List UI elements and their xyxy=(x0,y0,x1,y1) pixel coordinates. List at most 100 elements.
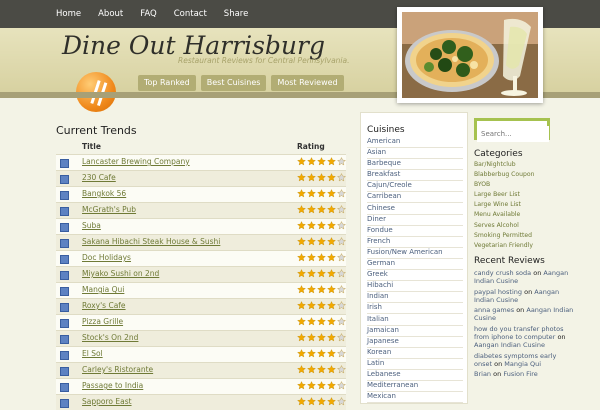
cuisine-link[interactable]: Chinese xyxy=(367,204,463,215)
category-link[interactable]: BYOB xyxy=(474,180,574,190)
category-link[interactable]: Serves Alcohol xyxy=(474,221,574,231)
restaurant-link[interactable]: Suba xyxy=(82,221,101,230)
cuisine-link[interactable]: Indian xyxy=(367,292,463,304)
tab-most-reviewed[interactable]: Most Reviewed xyxy=(271,75,344,91)
table-row[interactable]: Carley's Ristorante xyxy=(56,362,346,378)
category-link[interactable]: Large Beer List xyxy=(474,190,574,200)
nav-share[interactable]: Share xyxy=(224,9,249,19)
cuisine-link[interactable]: Greek xyxy=(367,270,463,282)
restaurant-link[interactable]: McGrath's Pub xyxy=(82,205,136,214)
restaurant-link[interactable]: 230 Cafe xyxy=(82,173,116,182)
search-input[interactable] xyxy=(477,126,549,142)
star-filled-icon xyxy=(297,301,306,310)
restaurant-link[interactable]: Sapporo East xyxy=(82,397,132,406)
star-filled-icon xyxy=(297,333,306,342)
tab-top-ranked[interactable]: Top Ranked xyxy=(138,75,196,91)
star-filled-icon xyxy=(317,397,326,406)
table-row[interactable]: Mangia Qui xyxy=(56,282,346,298)
recent-review[interactable]: how do you transfer photos from iphone t… xyxy=(474,325,574,350)
cuisine-link[interactable]: Lebanese xyxy=(367,370,463,381)
cuisine-link[interactable]: German xyxy=(367,259,463,271)
cuisine-link[interactable]: Middle Eastern xyxy=(367,403,463,404)
restaurant-link[interactable]: Pizza Grille xyxy=(82,317,123,326)
cuisine-link[interactable]: Breakfast xyxy=(367,170,463,182)
rating-stars xyxy=(297,365,346,374)
restaurant-link[interactable]: El Sol xyxy=(82,349,103,358)
review-text[interactable]: candy crush soda xyxy=(474,269,531,277)
cuisine-link[interactable]: Hibachi xyxy=(367,281,463,293)
restaurant-link[interactable]: Roxy's Cafe xyxy=(82,301,126,310)
current-trends-title: Current Trends xyxy=(56,124,137,137)
cuisine-link[interactable]: Korean xyxy=(367,348,463,359)
nav-contact[interactable]: Contact xyxy=(174,9,207,19)
restaurant-link[interactable]: Bangkok 56 xyxy=(82,189,126,198)
table-row[interactable]: Suba xyxy=(56,218,346,234)
star-filled-icon xyxy=(297,173,306,182)
cuisine-link[interactable]: Fusion/New American xyxy=(367,248,463,259)
tab-best-cuisines[interactable]: Best Cuisines xyxy=(200,75,267,91)
cuisine-link[interactable]: Jamaican xyxy=(367,326,463,337)
category-link[interactable]: Blabberbug Coupon xyxy=(474,170,574,180)
review-text[interactable]: how do you transfer photos from iphone t… xyxy=(474,325,564,341)
recent-review[interactable]: Brian on Fusion Fire xyxy=(474,370,574,378)
review-target[interactable]: Fusion Fire xyxy=(503,370,537,378)
table-row[interactable]: Pizza Grille xyxy=(56,314,346,330)
table-row[interactable]: Lancaster Brewing Company xyxy=(56,154,346,170)
table-row[interactable]: Bangkok 56 xyxy=(56,186,346,202)
restaurant-link[interactable]: Miyako Sushi on 2nd xyxy=(82,269,159,278)
review-target[interactable]: Aangan Indian Cusine xyxy=(474,341,545,349)
table-row[interactable]: Stock's On 2nd xyxy=(56,330,346,346)
review-text[interactable]: anna games xyxy=(474,306,514,314)
table-row[interactable]: El Sol xyxy=(56,346,346,362)
cuisine-link[interactable]: Japanese xyxy=(367,337,463,348)
star-empty-icon xyxy=(337,173,346,182)
table-row[interactable]: 230 Cafe xyxy=(56,170,346,186)
recent-review[interactable]: diabetes symptoms early onset on Mangia … xyxy=(474,352,574,369)
table-row[interactable]: Doc Holidays xyxy=(56,250,346,266)
restaurant-link[interactable]: Doc Holidays xyxy=(82,253,131,262)
restaurant-link[interactable]: Lancaster Brewing Company xyxy=(82,157,190,166)
nav-home[interactable]: Home xyxy=(56,9,81,19)
table-row[interactable]: McGrath's Pub xyxy=(56,202,346,218)
nav-about[interactable]: About xyxy=(98,9,123,19)
category-link[interactable]: Bar/Nightclub xyxy=(474,160,574,170)
table-row[interactable]: Miyako Sushi on 2nd xyxy=(56,266,346,282)
review-text[interactable]: paypal hosting xyxy=(474,288,522,296)
restaurant-link[interactable]: Passage to India xyxy=(82,381,143,390)
recent-review[interactable]: candy crush soda on Aangan Indian Cusine xyxy=(474,269,574,286)
recent-review[interactable]: anna games on Aangan Indian Cusine xyxy=(474,306,574,323)
table-row[interactable]: Passage to India xyxy=(56,378,346,394)
cuisine-link[interactable]: Barbeque xyxy=(367,159,463,171)
category-link[interactable]: Vegetarian Friendly xyxy=(474,241,574,251)
cuisine-link[interactable]: Cajun/Creole xyxy=(367,181,463,193)
review-target[interactable]: Mangia Qui xyxy=(504,360,541,368)
category-link[interactable]: Large Wine List xyxy=(474,200,574,210)
cuisine-link[interactable]: Irish xyxy=(367,303,463,315)
cuisine-link[interactable]: Mediterranean xyxy=(367,381,463,393)
cuisine-link[interactable]: French xyxy=(367,237,463,248)
restaurant-link[interactable]: Sakana Hibachi Steak House & Sushi xyxy=(82,237,220,246)
cuisine-link[interactable]: Carribean xyxy=(367,192,463,204)
star-filled-icon xyxy=(317,317,326,326)
review-text[interactable]: Brian xyxy=(474,370,491,378)
restaurant-link[interactable]: Mangia Qui xyxy=(82,285,124,294)
cuisine-link[interactable]: Diner xyxy=(367,215,463,226)
restaurant-link[interactable]: Stock's On 2nd xyxy=(82,333,138,342)
category-link[interactable]: Smoking Permitted xyxy=(474,231,574,241)
table-row[interactable]: Sakana Hibachi Steak House & Sushi xyxy=(56,234,346,250)
table-row[interactable]: Roxy's Cafe xyxy=(56,298,346,314)
star-filled-icon xyxy=(317,285,326,294)
nav-faq[interactable]: FAQ xyxy=(140,9,156,19)
cuisine-link[interactable]: Mexican xyxy=(367,392,463,403)
star-empty-icon xyxy=(337,221,346,230)
table-row[interactable]: Sapporo East xyxy=(56,394,346,410)
rating-stars xyxy=(297,381,346,390)
category-link[interactable]: Menu Available xyxy=(474,210,574,220)
cuisine-link[interactable]: Asian xyxy=(367,148,463,160)
cuisine-link[interactable]: American xyxy=(367,137,463,148)
cuisine-link[interactable]: Italian xyxy=(367,315,463,326)
cuisine-link[interactable]: Fondue xyxy=(367,226,463,237)
cuisine-link[interactable]: Latin xyxy=(367,359,463,370)
recent-review[interactable]: paypal hosting on Aangan Indian Cusine xyxy=(474,288,574,305)
restaurant-link[interactable]: Carley's Ristorante xyxy=(82,365,153,374)
